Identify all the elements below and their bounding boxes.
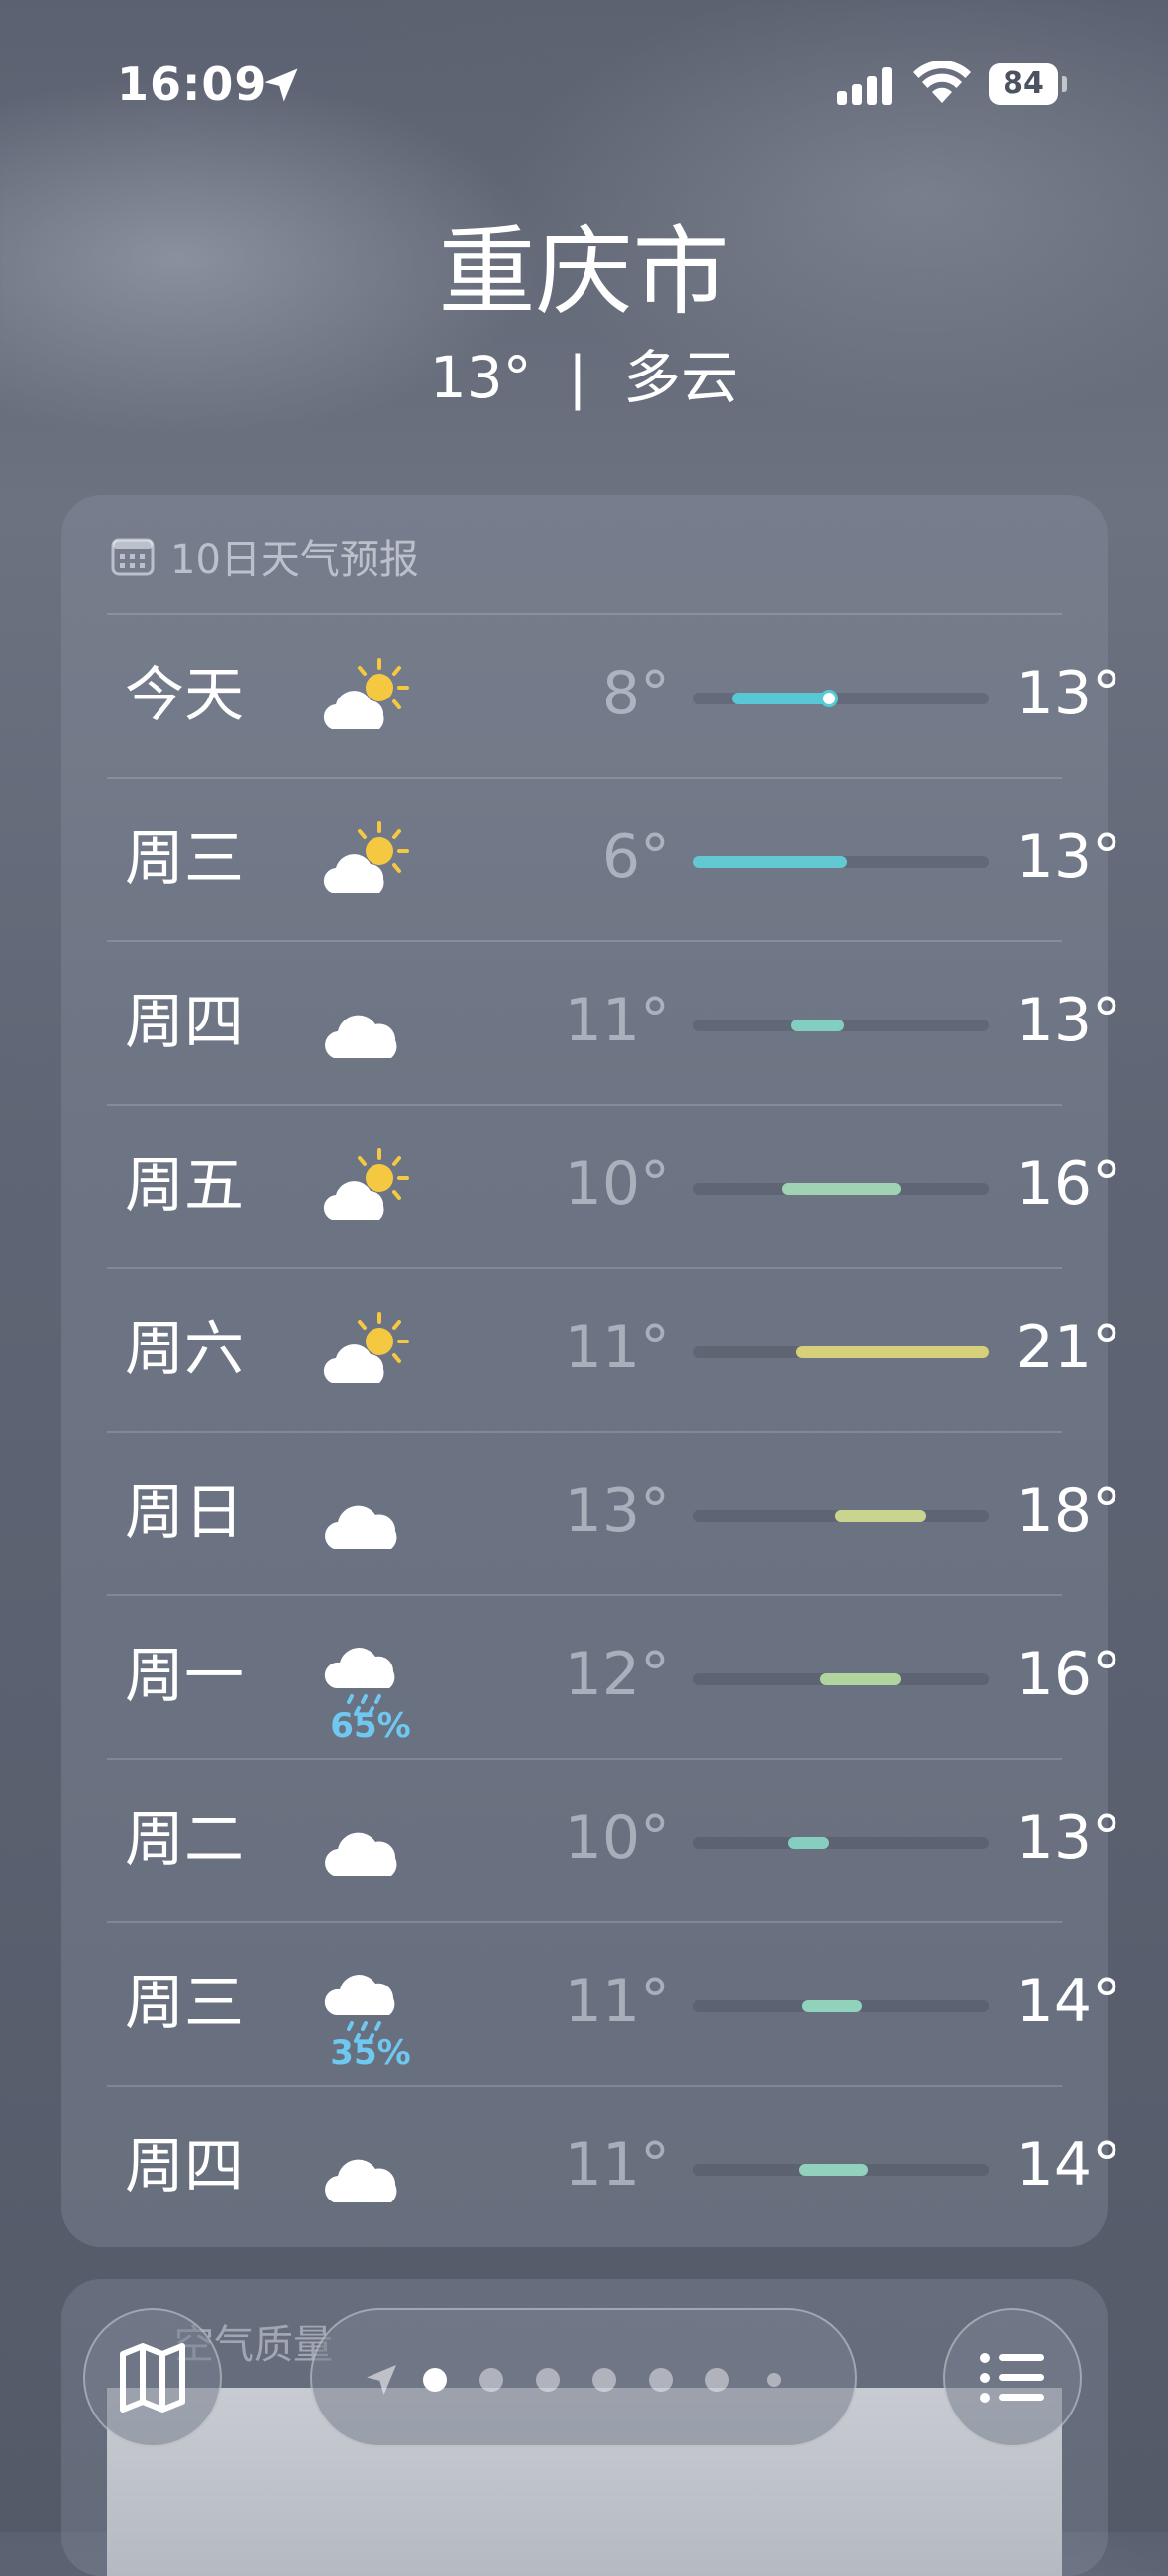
forecast-header: 10日天气预报	[111, 531, 419, 583]
forecast-row[interactable]: 周三 35% 11° 14°	[61, 1922, 1121, 2086]
forecast-row[interactable]: 周日 13° 18°	[61, 1432, 1121, 1595]
forecast-row[interactable]: 周二 10° 13°	[61, 1759, 1121, 1922]
precipitation-chance: 35%	[330, 2033, 411, 2073]
page-indicator-dot[interactable]	[479, 2368, 503, 2392]
city-name: 重庆市	[438, 216, 730, 329]
forecast-row[interactable]: 今天 8° 13°	[61, 614, 1121, 778]
partly-cloudy-sun-icon	[314, 817, 423, 907]
high-temperature: 14°	[1015, 2130, 1121, 2200]
map-button[interactable]	[83, 2308, 222, 2447]
cloud-icon	[314, 1471, 423, 1560]
page-indicator-dot[interactable]	[536, 2368, 560, 2392]
low-temperature: 11°	[564, 1967, 670, 2036]
city-list-button[interactable]	[943, 2308, 1082, 2447]
low-temperature: 6°	[601, 822, 670, 892]
forecast-day: 周四	[125, 2132, 244, 2201]
high-temperature: 13°	[1015, 822, 1121, 892]
forecast-row[interactable]: 周四 11° 14°	[61, 2086, 1121, 2249]
list-icon	[980, 2353, 1044, 2403]
forecast-title: 10日天气预报	[170, 537, 419, 583]
location-pager[interactable]	[310, 2308, 857, 2447]
cloud-icon	[314, 1798, 423, 1887]
calendar-icon	[111, 538, 155, 576]
page-indicator-dot[interactable]	[767, 2373, 781, 2387]
temperature-range-fill	[820, 1673, 901, 1685]
battery-tip	[1062, 76, 1067, 92]
current-summary: 13° | 多云	[0, 342, 1168, 413]
low-temperature: 8°	[601, 659, 670, 728]
temperature-range-fill	[802, 2000, 862, 2012]
low-temperature: 10°	[564, 1803, 670, 1873]
cloud-icon	[314, 2125, 423, 2214]
forecast-row[interactable]: 周五 10° 16°	[61, 1105, 1121, 1268]
ten-day-forecast-card[interactable]: 10日天气预报 今天 8° 13° 周三 6° 13° 周四 11° 13° 周五 10° 16° 周六…	[61, 495, 1121, 2249]
cellular-signal-icon	[837, 65, 897, 105]
partly-cloudy-sun-icon	[314, 1308, 423, 1397]
high-temperature: 16°	[1015, 1149, 1121, 1219]
temperature-range-fill	[731, 693, 833, 704]
forecast-day: 周一	[125, 1642, 244, 1711]
partly-cloudy-sun-icon	[314, 654, 423, 743]
temperature-range-fill	[799, 2164, 868, 2176]
high-temperature: 14°	[1015, 1967, 1121, 2036]
high-temperature: 13°	[1015, 1803, 1121, 1873]
forecast-day: 周三	[125, 824, 244, 894]
forecast-day: 周六	[125, 1315, 244, 1384]
current-condition: 多云	[623, 344, 739, 411]
high-temperature: 18°	[1015, 1476, 1121, 1546]
forecast-day: 周三	[125, 1969, 244, 2038]
forecast-day: 周四	[125, 988, 244, 1057]
high-temperature: 13°	[1015, 659, 1121, 728]
forecast-day: 周五	[125, 1151, 244, 1221]
temperature-range-fill	[788, 1837, 830, 1849]
forecast-row[interactable]: 周四 11° 13°	[61, 941, 1121, 1105]
forecast-day: 今天	[125, 661, 244, 730]
battery-indicator: 84	[989, 63, 1058, 105]
page-indicator-dot[interactable]	[592, 2368, 616, 2392]
high-temperature: 16°	[1015, 1640, 1121, 1709]
map-icon	[120, 2343, 185, 2413]
wifi-icon	[913, 61, 971, 103]
summary-separator: |	[568, 344, 587, 411]
low-temperature: 10°	[564, 1149, 670, 1219]
low-temperature: 12°	[564, 1640, 670, 1709]
forecast-row[interactable]: 周六 11° 21°	[61, 1268, 1121, 1432]
temperature-range-fill	[693, 856, 847, 868]
low-temperature: 11°	[564, 986, 670, 1055]
location-arrow-icon	[265, 68, 298, 102]
temperature-range-fill	[782, 1183, 901, 1195]
temperature-range-fill	[835, 1510, 927, 1522]
low-temperature: 13°	[564, 1476, 670, 1546]
forecast-row[interactable]: 周一 65% 12° 16°	[61, 1595, 1121, 1759]
status-bar: 16:09 84	[0, 0, 1168, 149]
forecast-day: 周日	[125, 1478, 244, 1548]
high-temperature: 21°	[1015, 1313, 1121, 1382]
partly-cloudy-sun-icon	[314, 1144, 423, 1234]
low-temperature: 11°	[564, 2130, 670, 2200]
forecast-row[interactable]: 周三 6° 13°	[61, 778, 1121, 941]
page-indicator-dot[interactable]	[423, 2368, 447, 2392]
page-indicator-dot[interactable]	[705, 2368, 729, 2392]
cloud-icon	[314, 981, 423, 1070]
forecast-day: 周二	[125, 1805, 244, 1875]
precipitation-chance: 65%	[330, 1706, 411, 1746]
status-time: 16:09	[117, 57, 267, 111]
current-temperature-dot	[820, 690, 839, 707]
temperature-range-fill	[791, 1020, 844, 1031]
page-indicator-dot[interactable]	[649, 2368, 673, 2392]
current-temperature: 13°	[429, 344, 532, 411]
high-temperature: 13°	[1015, 986, 1121, 1055]
low-temperature: 11°	[564, 1313, 670, 1382]
current-location-icon	[367, 2365, 396, 2395]
